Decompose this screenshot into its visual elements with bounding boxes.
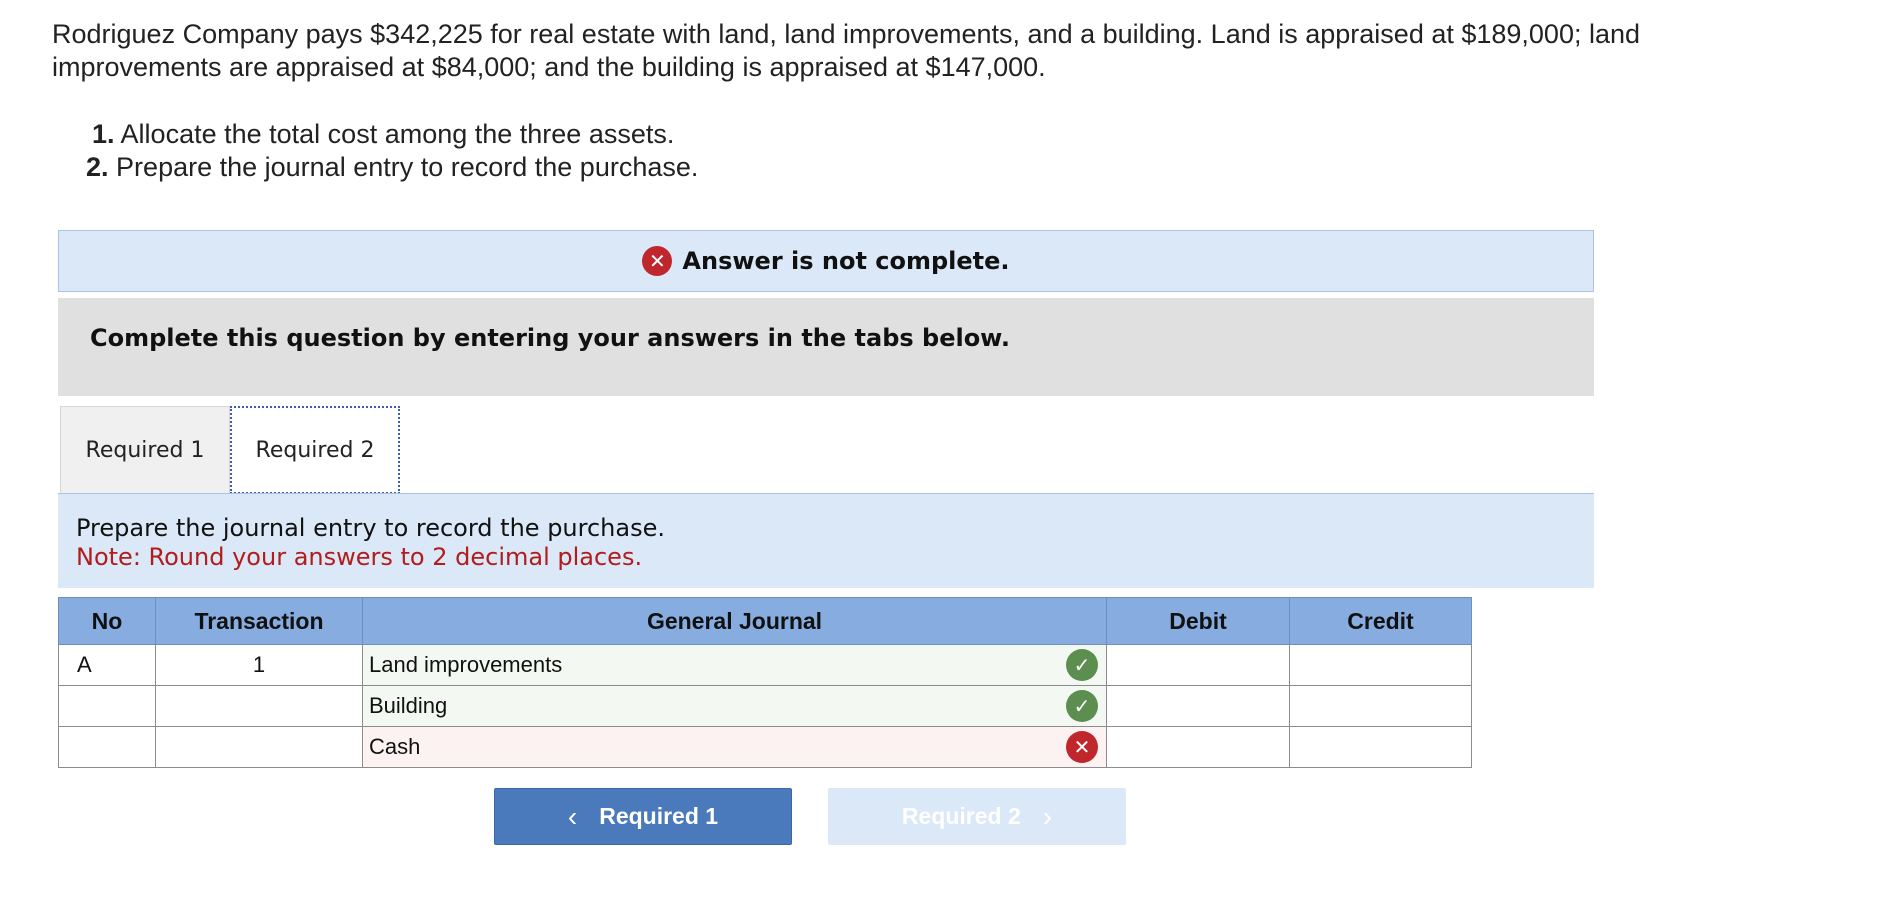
credit-input[interactable] [1289,685,1472,727]
column-header-credit: Credit [1289,597,1472,645]
general-journal-table: No Transaction General Journal Debit Cre… [58,597,1472,768]
chevron-left-icon: ‹ [567,800,578,832]
account-name: Land improvements [369,652,563,677]
next-tab-button[interactable]: Required 2 › [828,788,1126,845]
tab-required-1[interactable]: Required 1 [60,406,230,494]
answer-status-text: Answer is not complete. [682,247,1010,275]
debit-input[interactable] [1106,726,1290,768]
debit-input[interactable] [1106,644,1290,686]
debit-input[interactable] [1106,685,1290,727]
row-no: A [58,644,156,686]
previous-tab-button[interactable]: ‹ Required 1 [494,788,792,845]
check-circle-icon: ✓ [1066,649,1098,681]
column-header-transaction: Transaction [155,597,363,645]
column-header-general-journal: General Journal [362,597,1107,645]
previous-tab-label: Required 1 [599,803,719,829]
account-select[interactable]: Land improvements ✓ [362,644,1107,686]
row-transaction: 1 [155,644,363,686]
row-no [58,726,156,768]
credit-input[interactable] [1289,726,1472,768]
rounding-note: Note: Round your answers to 2 decimal pl… [76,543,643,571]
tab-required-2[interactable]: Required 2 [230,406,400,494]
account-name: Cash [369,734,421,759]
answer-status-banner: ✕ Answer is not complete. [58,230,1594,292]
task-list: 1. Allocate the total cost among the thr… [86,118,698,184]
prompt-text: Prepare the journal entry to record the … [76,514,665,542]
table-row: A 1 Land improvements ✓ [58,644,1472,686]
task-number: 1. [92,119,115,149]
table-row: Building ✓ [58,685,1472,727]
table-header-row: No Transaction General Journal Debit Cre… [58,597,1472,645]
column-header-no: No [58,597,156,645]
question-prompt: Prepare the journal entry to record the … [58,494,1594,588]
credit-input[interactable] [1289,644,1472,686]
x-circle-icon: ✕ [642,246,673,276]
table-row: Cash ✕ [58,726,1472,768]
row-transaction [155,726,363,768]
problem-statement: Rodriguez Company pays $342,225 for real… [52,19,1641,82]
account-name: Building [369,693,448,718]
task-item: 1. Allocate the total cost among the thr… [92,118,698,151]
task-text: Prepare the journal entry to record the … [116,152,699,182]
task-text: Allocate the total cost among the three … [120,119,675,149]
check-circle-icon: ✓ [1066,690,1098,722]
task-item: 2. Prepare the journal entry to record t… [86,151,698,184]
column-header-debit: Debit [1106,597,1290,645]
row-transaction [155,685,363,727]
instructions-panel: Complete this question by entering your … [58,298,1594,396]
task-number: 2. [86,152,109,182]
next-tab-label: Required 2 [901,803,1021,829]
account-select[interactable]: Cash ✕ [362,726,1107,768]
row-no [58,685,156,727]
x-circle-icon: ✕ [1066,731,1098,763]
account-select[interactable]: Building ✓ [362,685,1107,727]
chevron-right-icon: › [1042,800,1053,832]
